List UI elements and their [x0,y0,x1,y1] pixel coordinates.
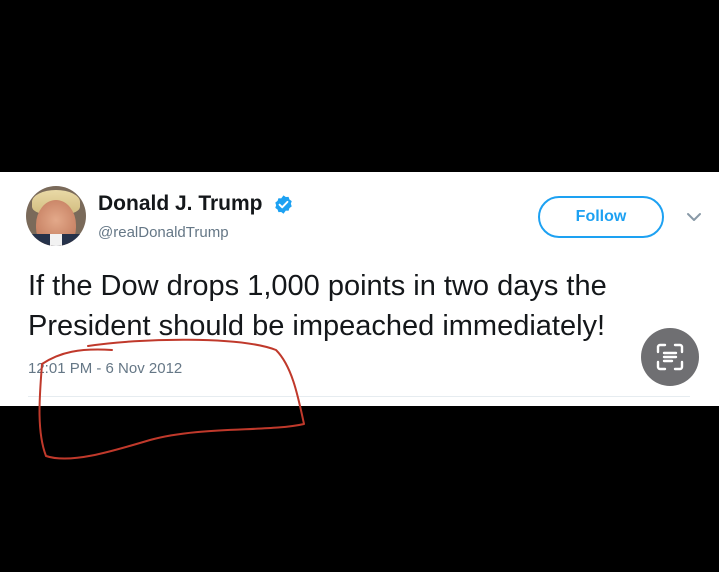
divider [28,396,690,397]
text-scan-icon[interactable] [641,328,699,386]
display-name[interactable]: Donald J. Trump [98,192,263,216]
user-handle[interactable]: @realDonaldTrump [98,224,229,241]
follow-button[interactable]: Follow [538,196,664,238]
screenshot-frame: Donald J. Trump @realDonaldTrump Follow … [0,0,719,572]
tweet-text: If the Dow drops 1,000 points in two day… [28,270,607,342]
text-scan-glyph-icon [656,343,684,371]
avatar-shirt [50,234,62,246]
verified-badge-icon [275,195,292,214]
tweet-timestamp[interactable]: 12:01 PM - 6 Nov 2012 [28,360,182,377]
avatar[interactable] [26,186,86,246]
chevron-down-icon[interactable] [686,210,702,224]
